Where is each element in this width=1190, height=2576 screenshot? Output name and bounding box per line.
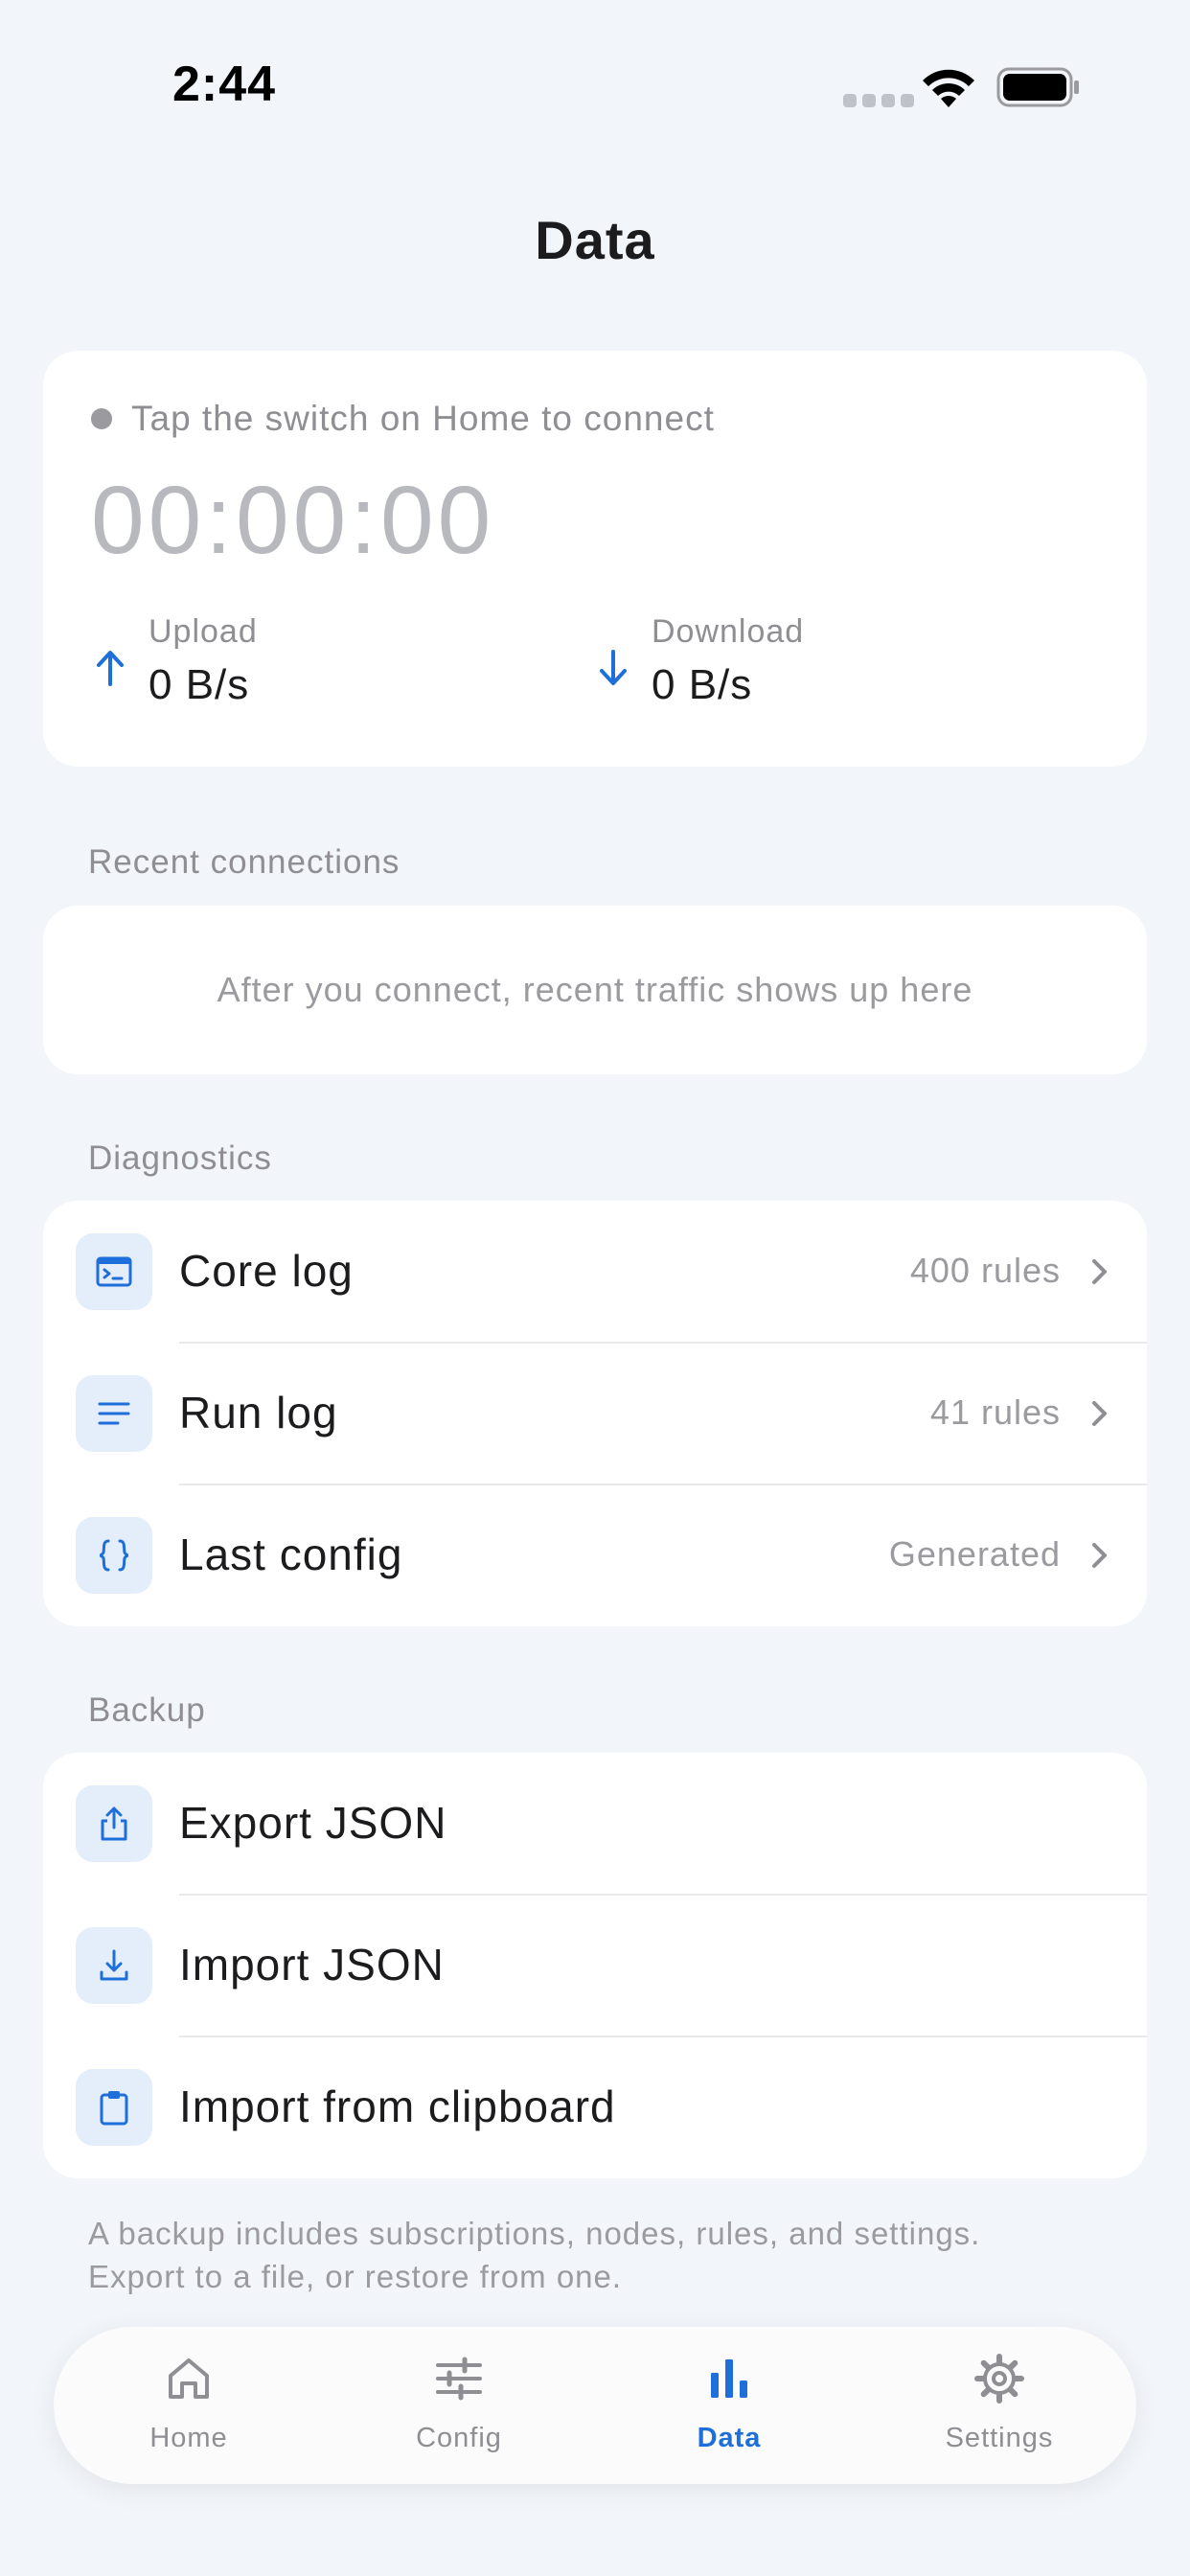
import-json-label: Import JSON — [179, 1940, 445, 1990]
clipboard-icon — [100, 2091, 128, 2126]
upload-label: Upload — [149, 613, 258, 650]
run-log-value: 41 rules — [929, 1392, 1061, 1432]
diagnostics-item-core-log[interactable]: Core log 400 rules — [43, 1201, 1147, 1343]
chevron-right-icon — [1092, 1259, 1107, 1284]
icon-tile — [76, 1233, 152, 1310]
gear-icon — [974, 2354, 1024, 2404]
backup-item-import-json[interactable]: Import JSON — [43, 1895, 1147, 2036]
tab-config-label: Config — [416, 2423, 502, 2453]
backup-item-import-clipboard[interactable]: Import from clipboard — [43, 2036, 1147, 2178]
arrow-down-icon — [600, 650, 627, 685]
backup-note-line-2: Export to a file, or restore from one. — [88, 2259, 623, 2294]
tab-data-label: Data — [697, 2423, 762, 2453]
wifi-icon — [923, 69, 974, 107]
chevron-right-icon — [1092, 1401, 1107, 1426]
diagnostics-card: Core log 400 rules Run log 41 rules Last… — [43, 1201, 1147, 1626]
backup-note-line-1: A backup includes subscriptions, nodes, … — [88, 2216, 981, 2251]
diagnostics-item-run-log[interactable]: Run log 41 rules — [43, 1343, 1147, 1484]
terminal-icon — [96, 1256, 132, 1287]
icon-tile — [76, 1785, 152, 1862]
upload-value: 0 B/s — [149, 661, 250, 708]
tab-data[interactable]: Data — [594, 2327, 864, 2484]
bar-chart-icon — [711, 2359, 747, 2398]
connection-status-text: Tap the switch on Home to connect — [131, 399, 715, 438]
download-icon — [100, 1949, 128, 1981]
battery-icon — [996, 67, 1079, 107]
house-icon — [169, 2358, 209, 2399]
export-json-label: Export JSON — [179, 1798, 447, 1848]
status-bar: 2:44 — [0, 0, 1190, 172]
icon-tile — [76, 1927, 152, 2004]
backup-card: Export JSON Import JSON Import from clip… — [43, 1753, 1147, 2178]
section-label-recent: Recent connections — [88, 843, 400, 881]
connection-status: Tap the switch on Home to connect — [91, 399, 715, 439]
last-config-label: Last config — [179, 1530, 403, 1579]
icon-tile — [76, 2069, 152, 2146]
connection-timer: 00:00:00 — [91, 467, 495, 574]
backup-note: A backup includes subscriptions, nodes, … — [88, 2212, 1104, 2298]
core-log-label: Core log — [179, 1246, 354, 1296]
chevron-right-icon — [1092, 1543, 1107, 1568]
download-value: 0 B/s — [652, 661, 753, 708]
page-title: Data — [535, 210, 655, 270]
diagnostics-item-last-config[interactable]: Last config Generated — [43, 1484, 1147, 1626]
tab-bar: Home Config Data Settings — [54, 2327, 1136, 2484]
download-label: Download — [652, 613, 805, 650]
tab-home[interactable]: Home — [54, 2327, 324, 2484]
icon-tile — [76, 1517, 152, 1594]
braces-icon — [99, 1539, 129, 1572]
tab-settings-label: Settings — [945, 2423, 1054, 2453]
connection-card: Tap the switch on Home to connect 00:00:… — [43, 351, 1147, 767]
backup-item-export-json[interactable]: Export JSON — [43, 1753, 1147, 1895]
arrow-up-icon — [97, 651, 124, 686]
section-label-backup: Backup — [88, 1691, 206, 1729]
core-log-value: 400 rules — [909, 1251, 1061, 1290]
sliders-icon — [436, 2357, 482, 2401]
run-log-label: Run log — [179, 1388, 338, 1438]
last-config-value: Generated — [888, 1534, 1061, 1574]
tab-settings[interactable]: Settings — [864, 2327, 1134, 2484]
tab-config[interactable]: Config — [324, 2327, 594, 2484]
cellular-signal-icon — [843, 94, 914, 107]
upload-speed: Upload 0 B/s — [91, 613, 570, 728]
import-clipboard-label: Import from clipboard — [179, 2082, 616, 2131]
tab-home-label: Home — [149, 2423, 228, 2453]
status-time: 2:44 — [172, 57, 277, 112]
lines-icon — [98, 1402, 130, 1425]
download-speed: Download 0 B/s — [594, 613, 1073, 728]
recent-connections-card: After you connect, recent traffic shows … — [43, 906, 1147, 1074]
icon-tile — [76, 1375, 152, 1452]
status-dot — [91, 408, 112, 429]
section-label-diagnostics: Diagnostics — [88, 1139, 272, 1177]
recent-empty-message: After you connect, recent traffic shows … — [217, 970, 973, 1009]
share-icon — [101, 1806, 127, 1841]
